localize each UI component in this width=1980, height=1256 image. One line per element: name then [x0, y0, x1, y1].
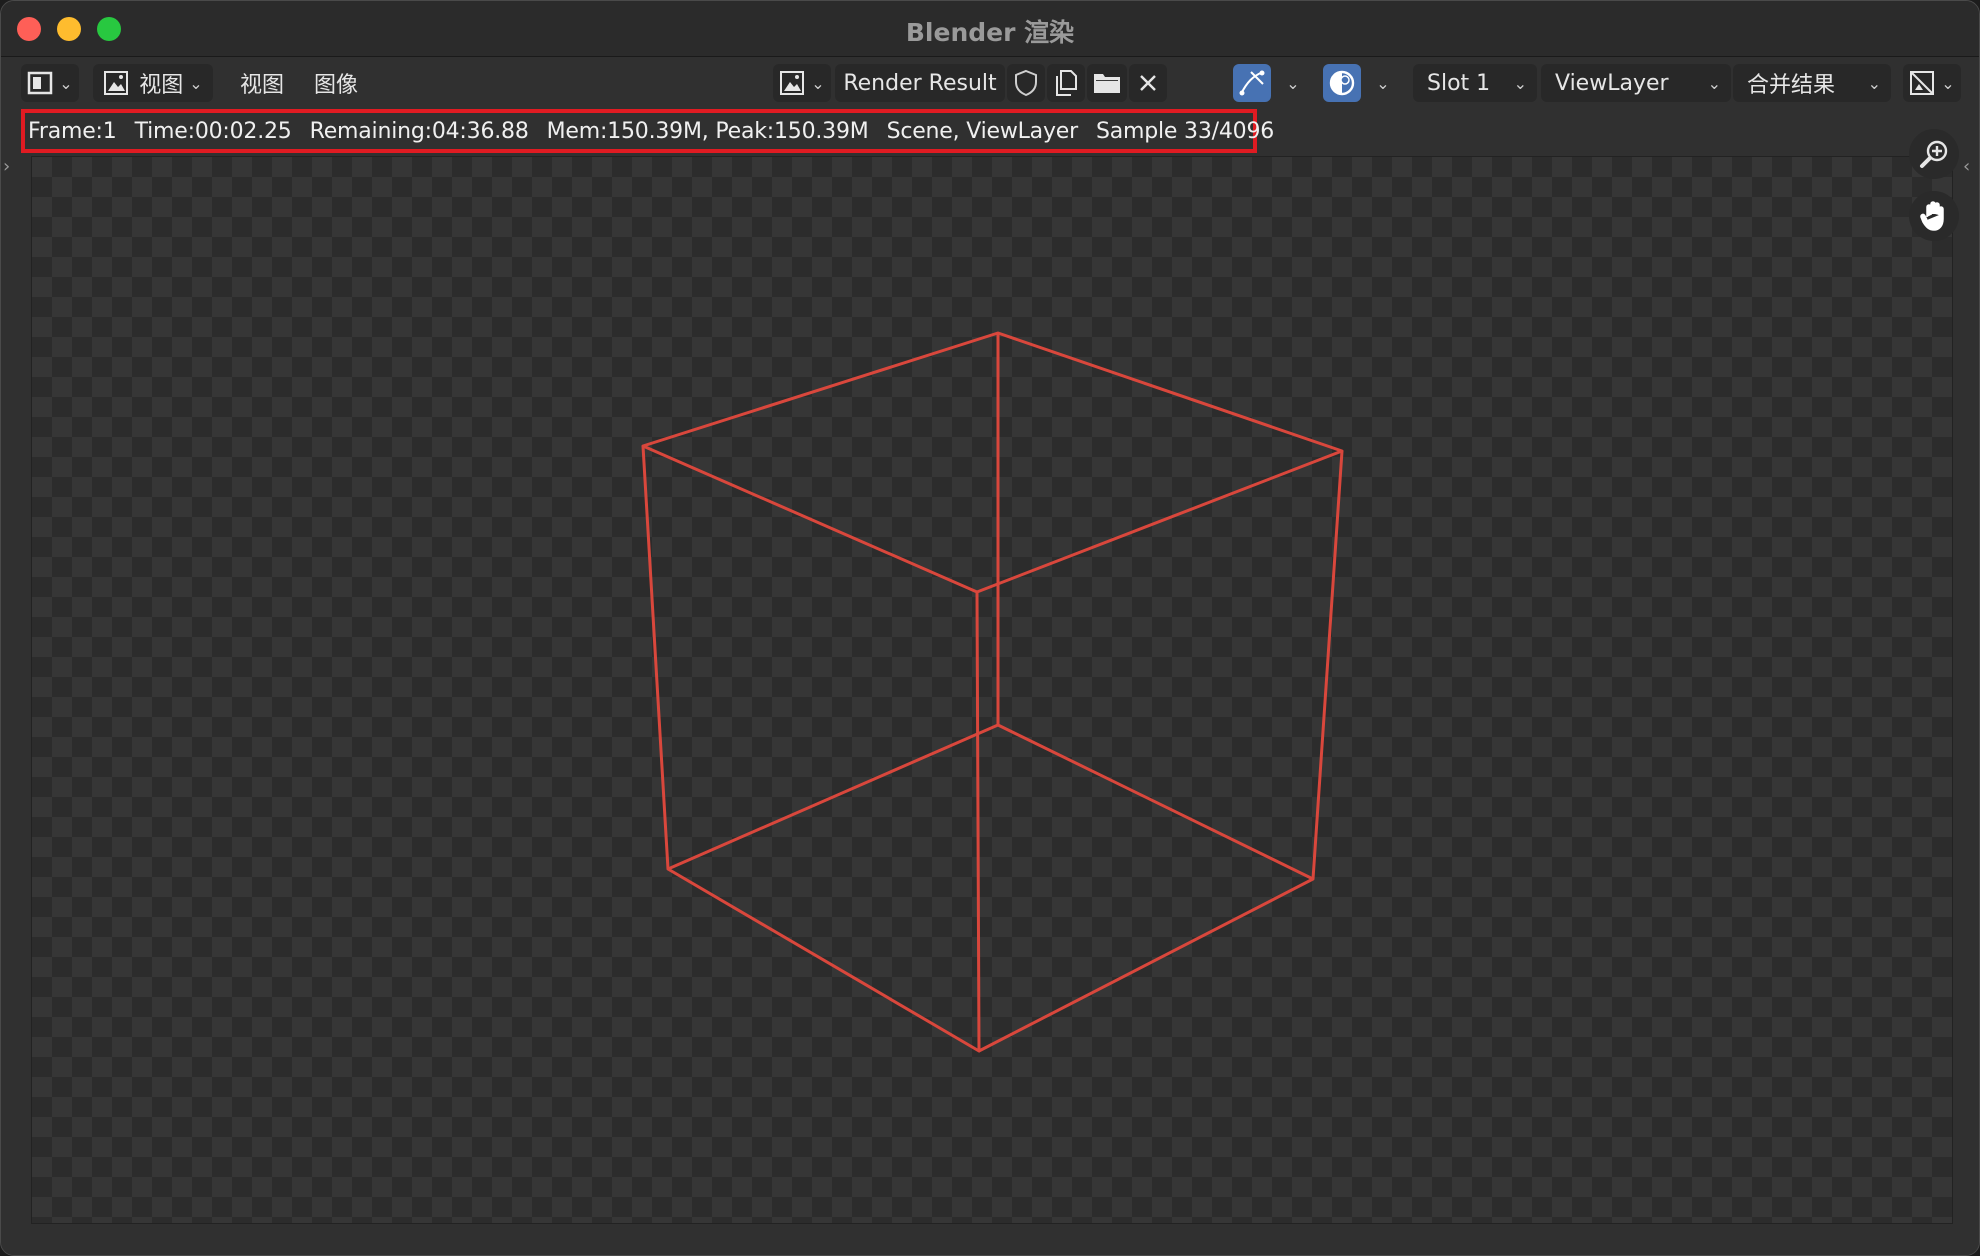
render-pass-dropdown[interactable]: 合并结果 ⌄	[1733, 64, 1891, 102]
image-editor-icon	[28, 71, 53, 95]
chevron-down-icon: ⌄	[1867, 73, 1881, 93]
chevron-down-icon: ⌄	[1286, 73, 1300, 93]
shield-icon	[1015, 69, 1037, 97]
unlink-image-button[interactable]	[1129, 64, 1167, 102]
sample-tool-dropdown[interactable]: ⌄	[1273, 64, 1307, 102]
chevron-down-icon: ⌄	[59, 73, 73, 93]
stats-frame: Frame:1	[28, 118, 117, 144]
menu-image[interactable]: 图像	[303, 64, 369, 102]
browse-image-dropdown[interactable]: ⌄	[773, 64, 831, 102]
zoom-view-button[interactable]	[1909, 129, 1959, 179]
view-mode-dropdown[interactable]: 视图 ⌄	[93, 64, 213, 102]
title-bar: Blender 渲染	[1, 1, 1979, 57]
duplicate-icon	[1056, 70, 1077, 96]
stats-remaining: Remaining:04:36.88	[309, 118, 529, 144]
window-title: Blender 渲染	[905, 18, 1075, 47]
view-layer-label: ViewLayer	[1555, 70, 1669, 96]
chevron-down-icon: ⌄	[189, 73, 203, 93]
pan-view-button[interactable]	[1909, 191, 1959, 241]
curve-tool-icon	[1239, 70, 1265, 96]
display-channels-button[interactable]	[1323, 64, 1361, 102]
wireframe-cube	[641, 331, 1344, 1053]
render-viewport[interactable]	[31, 156, 1953, 1224]
image-icon	[104, 71, 129, 95]
folder-icon	[1094, 74, 1120, 93]
chevron-down-icon: ⌄	[1707, 73, 1721, 93]
display-channels-dropdown[interactable]: ⌄	[1363, 64, 1397, 102]
stats-time: Time:00:02.25	[134, 118, 292, 144]
chevron-down-icon: ⌄	[811, 73, 825, 93]
chevron-down-icon: ⌄	[1513, 73, 1527, 93]
stats-sample: Sample 33/4096	[1095, 118, 1275, 144]
duplicate-image-button[interactable]	[1047, 64, 1085, 102]
toolbar-region-toggle[interactable]: ›	[3, 156, 17, 182]
stats-scene: Scene, ViewLayer	[886, 118, 1079, 144]
render-pass-label: 合并结果	[1747, 73, 1836, 98]
sidebar-region-toggle[interactable]: ‹	[1963, 156, 1977, 182]
view-layer-dropdown[interactable]: ViewLayer ⌄	[1541, 64, 1731, 102]
chevron-down-icon: ⌄	[1941, 73, 1955, 93]
open-image-button[interactable]	[1087, 64, 1127, 102]
blender-render-window: Blender 渲染 ⌄ 视图 ⌄ 视图 图像 ⌄ Render Result …	[0, 0, 1980, 1256]
slot-dropdown[interactable]: Slot 1 ⌄	[1413, 64, 1537, 102]
chevron-down-icon: ⌄	[1376, 73, 1390, 93]
image-display-icon	[1910, 71, 1935, 95]
image-name-field[interactable]: Render Result	[835, 64, 1005, 102]
menu-view[interactable]: 视图	[229, 64, 295, 102]
color-alpha-icon	[1329, 70, 1355, 96]
sample-tool-button[interactable]	[1233, 64, 1271, 102]
zoom-in-icon	[1920, 140, 1948, 168]
bottom-bar	[1, 1225, 1979, 1255]
image-icon	[780, 71, 805, 95]
stats-memory: Mem:150.39M, Peak:150.39M	[546, 118, 869, 144]
render-result-image	[641, 331, 1344, 1053]
hand-icon	[1920, 201, 1944, 231]
editor-type-dropdown[interactable]: ⌄	[21, 64, 79, 102]
view-mode-label: 视图	[139, 73, 184, 98]
render-stats-bar: Frame:1 Time:00:02.25 Remaining:04:36.88…	[21, 109, 1274, 153]
fake-user-button[interactable]	[1007, 64, 1045, 102]
close-icon	[1140, 75, 1156, 91]
image-editor-header: ⌄ 视图 ⌄ 视图 图像 ⌄ Render Result ⌄ ⌄ Slot 1 …	[1, 57, 1979, 109]
display-mode-dropdown[interactable]: ⌄	[1903, 64, 1961, 102]
slot-label: Slot 1	[1427, 70, 1491, 96]
